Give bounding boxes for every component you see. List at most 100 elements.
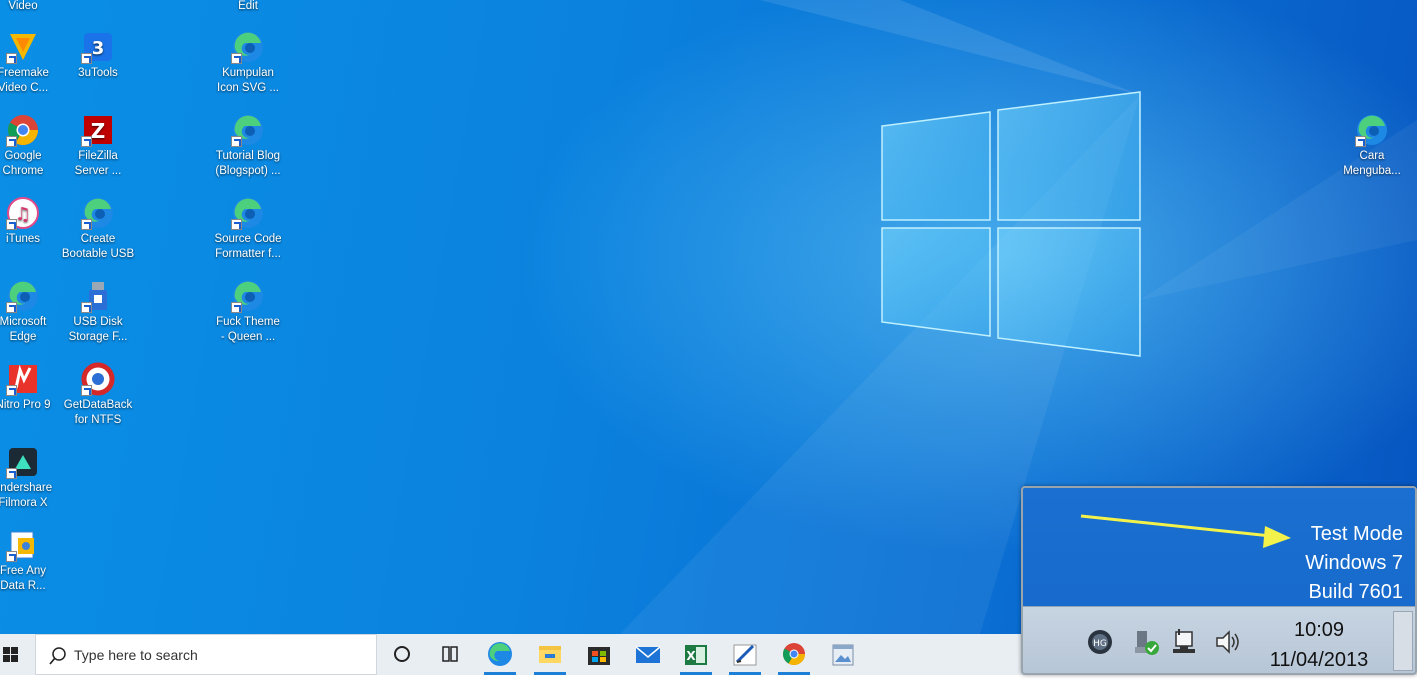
- desktop-icon-source-code[interactable]: Source Code Formatter f...: [207, 196, 289, 262]
- filezilla-server-icon: Z: [81, 113, 115, 147]
- pen-app-icon: [733, 644, 757, 666]
- watermark-line-windows: Windows 7: [1305, 552, 1403, 574]
- desktop-icon-getdataback[interactable]: GetDataBack for NTFS: [57, 362, 139, 428]
- shortcut-arrow-icon: [81, 219, 92, 230]
- desktop-icon-3utools[interactable]: 3 3uTools: [57, 30, 139, 81]
- free-any-data-recovery-icon: [6, 528, 40, 562]
- shortcut-arrow-icon: [6, 302, 17, 313]
- desktop-icon-label: FileZilla Server ...: [74, 150, 122, 177]
- shortcut-arrow-icon: [6, 468, 17, 479]
- taskbar-chrome[interactable]: [772, 634, 816, 675]
- shortcut-arrow-icon: [6, 53, 17, 64]
- desktop-icon-chrome[interactable]: Google Chrome: [0, 113, 64, 179]
- volume-icon[interactable]: [1213, 627, 1243, 657]
- watermark-line-test-mode: Test Mode: [1310, 523, 1403, 545]
- shortcut-arrow-icon: [6, 385, 17, 396]
- cortana-button[interactable]: [380, 634, 424, 675]
- desktop-icon-cara-mengubah[interactable]: Cara Menguba...: [1331, 113, 1413, 179]
- source-code-formatter-icon: [231, 196, 265, 230]
- shortcut-arrow-icon: [6, 551, 17, 562]
- desktop-icon-edit-partial[interactable]: Edit: [207, 0, 289, 14]
- clock-date: 11/04/2013: [1269, 649, 1369, 671]
- cortana-circle-icon: [394, 646, 410, 662]
- desktop-icon-label: 3uTools: [78, 67, 118, 79]
- desktop-icon-tutorial-blog[interactable]: Tutorial Blog (Blogspot) ...: [207, 113, 289, 179]
- getdataback-icon: [81, 362, 115, 396]
- excel-icon: X: [685, 645, 707, 665]
- desktop-icon-label: Source Code Formatter f...: [214, 233, 282, 260]
- desktop-icon-filezilla[interactable]: Z FileZilla Server ...: [57, 113, 139, 179]
- desktop-icon-video-partial[interactable]: Video: [0, 0, 64, 14]
- mail-icon: [635, 646, 661, 663]
- google-chrome-icon: [783, 643, 805, 665]
- desktop-icon-kumpulan[interactable]: Kumpulan Icon SVG ...: [207, 30, 289, 96]
- svg-text:3: 3: [92, 38, 105, 59]
- desktop-icon-label: Google Chrome: [2, 150, 44, 177]
- taskbar-writer[interactable]: [723, 634, 767, 675]
- network-icon[interactable]: [1171, 627, 1201, 657]
- taskbar-file-explorer[interactable]: [528, 634, 572, 675]
- desktop-icon-itunes[interactable]: ♫ iTunes: [0, 196, 64, 247]
- task-view-icon: [442, 646, 458, 662]
- show-desktop-button[interactable]: [1393, 611, 1413, 671]
- test-mode-callout: Test Mode Windows 7 Build 7601 HG 10:09 …: [1021, 486, 1417, 675]
- desktop-icon-edge[interactable]: Microsoft Edge: [0, 279, 64, 345]
- desktop-icon-label: Create Bootable USB: [61, 233, 135, 260]
- shortcut-arrow-icon: [231, 219, 242, 230]
- image-viewer-icon: [832, 644, 854, 666]
- desktop-icon-label: Cara Menguba...: [1343, 150, 1401, 177]
- desktop-icon-label: ondershare Filmora X: [0, 482, 53, 509]
- microsoft-store-icon: [588, 647, 610, 665]
- shortcut-arrow-icon: [81, 385, 92, 396]
- desktop-icon-label: Freemake Video C...: [0, 67, 49, 94]
- shortcut-arrow-icon: [81, 53, 92, 64]
- shortcut-arrow-icon: [231, 302, 242, 313]
- desktop-icon-freemake[interactable]: Freemake Video C...: [0, 30, 64, 96]
- google-chrome-icon: [6, 113, 40, 147]
- desktop-icon-label: Fuck Theme - Queen ...: [216, 316, 280, 343]
- desktop-icon-filmora[interactable]: ondershare Filmora X: [0, 445, 64, 511]
- kumpulan-icon-svg-icon: [231, 30, 265, 64]
- svg-text:X: X: [686, 649, 696, 663]
- desktop-icon-label: Nitro Pro 9: [0, 399, 51, 411]
- microsoft-edge-icon: [488, 642, 512, 666]
- svg-text:Z: Z: [91, 119, 106, 143]
- test-mode-watermark: Test Mode Windows 7 Build 7601: [1305, 520, 1403, 607]
- desktop-icon-label: GetDataBack for NTFS: [63, 399, 133, 426]
- taskbar-edge[interactable]: [478, 634, 522, 675]
- taskbar-search-box[interactable]: Type here to search: [35, 634, 377, 675]
- shortcut-arrow-icon: [231, 136, 242, 147]
- desktop-icon-label: USB Disk Storage F...: [68, 316, 128, 343]
- desktop-icon-usb-disk[interactable]: USB Disk Storage F...: [57, 279, 139, 345]
- taskbar-excel[interactable]: X: [674, 634, 718, 675]
- shortcut-arrow-icon: [6, 136, 17, 147]
- taskbar-store[interactable]: [577, 634, 621, 675]
- shortcut-arrow-icon: [81, 302, 92, 313]
- start-button[interactable]: [0, 634, 34, 675]
- task-view-button[interactable]: [428, 634, 472, 675]
- taskbar-image-viewer[interactable]: [821, 634, 865, 675]
- windows-start-icon: [3, 647, 18, 662]
- desktop-icon-nitro[interactable]: Nitro Pro 9: [0, 362, 64, 413]
- usb-disk-storage-icon: [81, 279, 115, 313]
- desktop-icon-free-any-data[interactable]: Free Any Data R...: [0, 528, 64, 594]
- desktop-icon-label: Kumpulan Icon SVG ...: [217, 67, 279, 94]
- desktop-icon-label: Edit: [238, 0, 258, 12]
- desktop-icon-label: iTunes: [5, 233, 41, 245]
- cara-mengubah-icon: [1355, 113, 1389, 147]
- 3utools-icon: 3: [81, 30, 115, 64]
- svg-text:♫: ♫: [15, 204, 31, 225]
- tray-clock[interactable]: 10:09 11/04/2013: [1269, 615, 1369, 673]
- desktop-icon-label: Microsoft Edge: [0, 316, 47, 343]
- shortcut-arrow-icon: [1355, 136, 1366, 147]
- file-explorer-icon: [539, 646, 561, 663]
- shortcut-arrow-icon: [231, 53, 242, 64]
- create-bootable-usb-icon: [81, 196, 115, 230]
- svg-text:HG: HG: [1093, 639, 1107, 649]
- desktop-icon-create-bootable[interactable]: Create Bootable USB: [57, 196, 139, 262]
- taskbar-mail[interactable]: [626, 634, 670, 675]
- desktop-icon-fuck-theme[interactable]: Fuck Theme - Queen ...: [207, 279, 289, 345]
- tutorial-blog-icon: [231, 113, 265, 147]
- safely-remove-hardware-icon[interactable]: [1131, 627, 1161, 657]
- tray-app-icon[interactable]: HG: [1085, 627, 1115, 657]
